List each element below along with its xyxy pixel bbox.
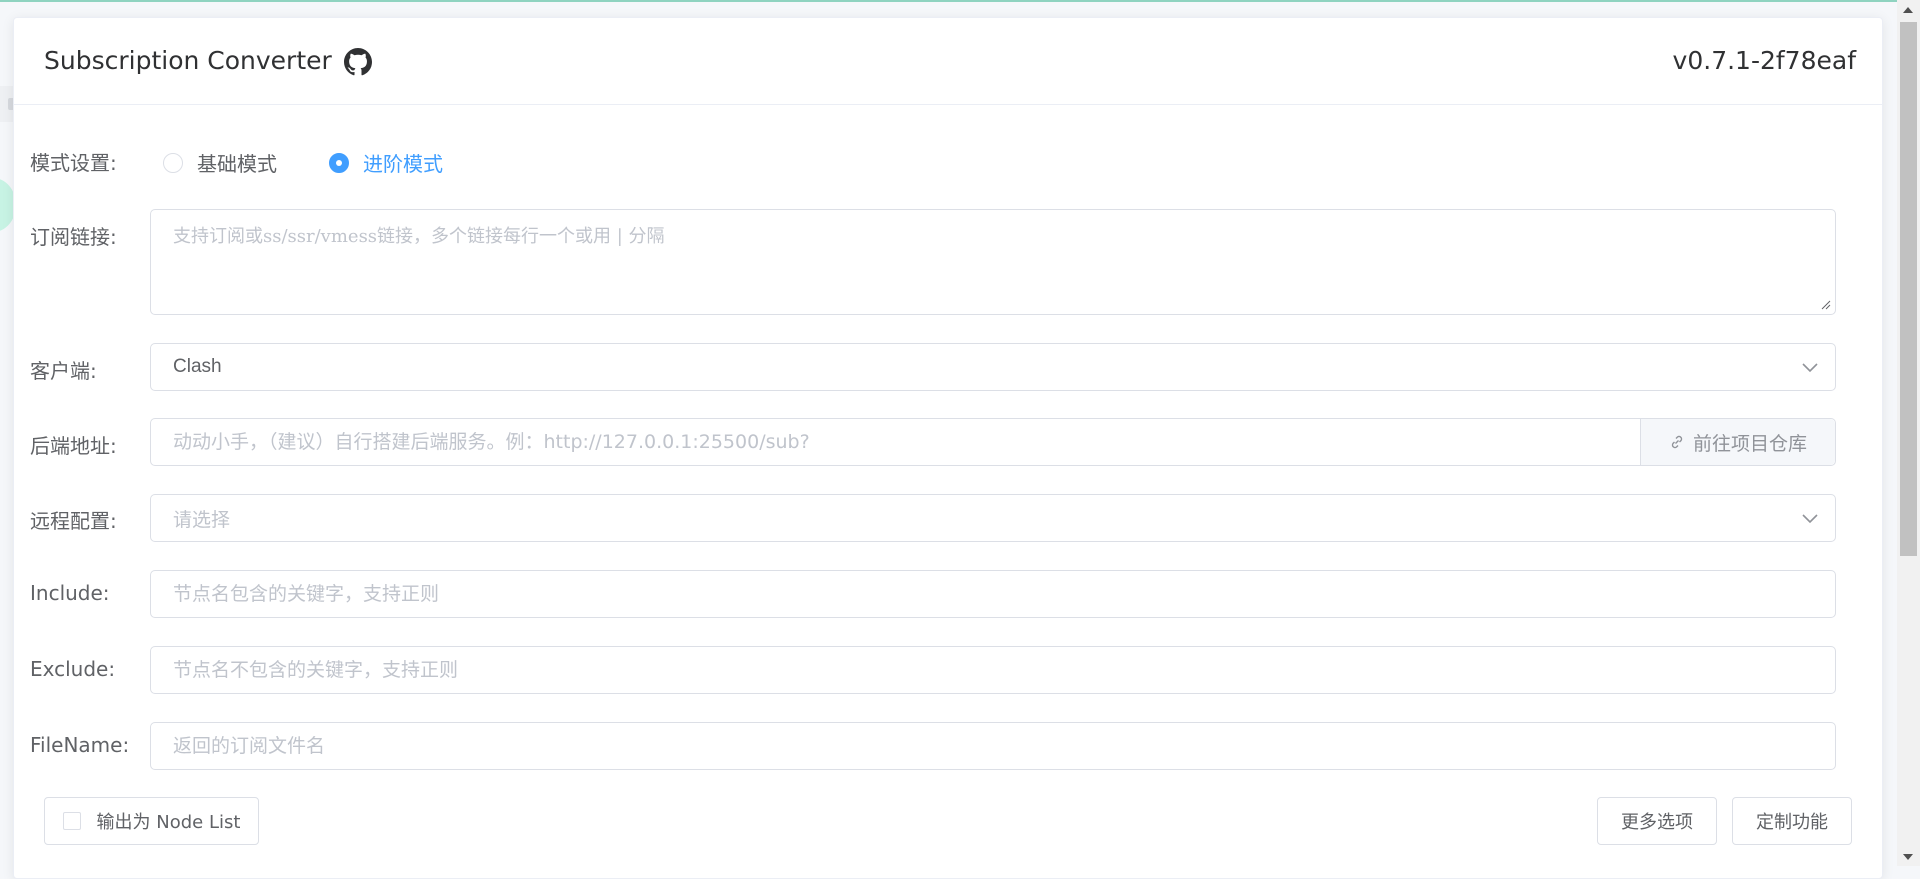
goto-repo-button[interactable]: 前往项目仓库: [1640, 419, 1835, 465]
remote-config-label: 远程配置:: [30, 509, 117, 533]
remote-config-placeholder: 请选择: [173, 508, 231, 531]
remote-config-select[interactable]: 请选择: [150, 494, 1836, 542]
custom-function-button[interactable]: 定制功能: [1732, 797, 1852, 845]
client-selected-value: Clash: [173, 356, 222, 377]
subscription-textarea[interactable]: [151, 210, 1835, 314]
link-icon: [1671, 435, 1683, 449]
card-header: Subscription Converter v0.7.1-2f78eaf: [14, 18, 1882, 105]
node-list-checkbox[interactable]: 输出为 Node List: [44, 797, 259, 845]
chevron-down-icon: [1802, 363, 1818, 373]
filename-label: FileName:: [30, 733, 130, 757]
custom-function-label: 定制功能: [1756, 812, 1828, 833]
include-field: [150, 570, 1836, 618]
radio-label: 进阶模式: [363, 152, 443, 176]
filename-field: [150, 722, 1836, 770]
exclude-input[interactable]: [151, 647, 1835, 693]
checkbox-icon: [62, 812, 81, 830]
github-icon[interactable]: [344, 48, 372, 76]
backend-input[interactable]: [151, 419, 1641, 465]
scroll-thumb[interactable]: [1900, 22, 1917, 556]
radio-label: 基础模式: [197, 152, 277, 176]
subscription-label: 订阅链接:: [30, 225, 117, 249]
scroll-down-arrow-icon[interactable]: [1903, 854, 1913, 860]
node-list-label: 输出为 Node List: [96, 812, 241, 833]
resize-handle-icon[interactable]: [1821, 300, 1831, 310]
scroll-up-arrow-icon[interactable]: [1903, 7, 1913, 13]
radio-circle: [163, 152, 183, 173]
backend-input-group: 前往项目仓库: [150, 418, 1836, 466]
backend-label: 后端地址:: [30, 434, 117, 458]
client-select[interactable]: Clash: [150, 343, 1836, 391]
client-label: 客户端:: [30, 359, 97, 383]
page-scrollbar[interactable]: [1897, 0, 1920, 866]
filename-input[interactable]: [151, 723, 1835, 769]
top-accent-line: [0, 0, 1920, 2]
radio-circle-checked: [329, 152, 349, 173]
subscription-textarea-wrapper: [150, 209, 1836, 315]
goto-repo-label: 前往项目仓库: [1692, 432, 1807, 455]
radio-advanced-mode[interactable]: 进阶模式: [329, 148, 443, 177]
radio-basic-mode[interactable]: 基础模式: [163, 148, 277, 177]
exclude-label: Exclude:: [30, 657, 116, 681]
chevron-down-icon: [1802, 514, 1818, 524]
include-input[interactable]: [151, 571, 1835, 617]
app-title: Subscription Converter: [44, 46, 332, 75]
more-options-label: 更多选项: [1621, 812, 1693, 833]
include-label: Include:: [30, 581, 110, 605]
mode-label: 模式设置:: [30, 151, 117, 175]
version-label: v0.7.1-2f78eaf: [1672, 46, 1856, 75]
more-options-button[interactable]: 更多选项: [1597, 797, 1717, 845]
exclude-field: [150, 646, 1836, 694]
